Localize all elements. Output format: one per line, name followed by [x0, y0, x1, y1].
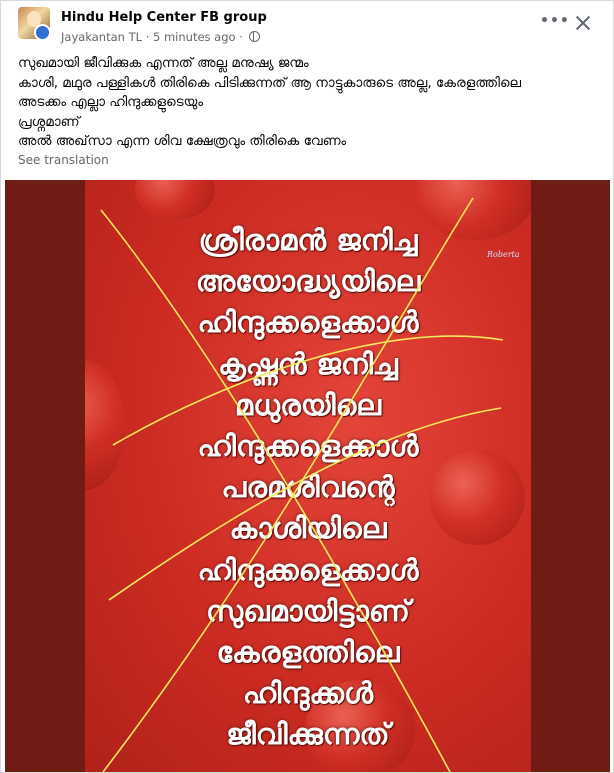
post-header: Hindu Help Center FB group Jayakantan TL…: [18, 7, 598, 45]
facebook-post: Hindu Help Center FB group Jayakantan TL…: [0, 0, 614, 773]
cross-line: [100, 209, 451, 772]
cross-line: [112, 335, 504, 446]
author-avatar[interactable]: [34, 24, 51, 41]
post-body-line: കാശി, മഥുര പള്ളികൾ തിരികെ പിടിക്കുന്നത് …: [18, 74, 522, 91]
post-body: സുഖമായി ജീവിക്കുക എന്നത് അല്ല മനുഷ്യ ജന്…: [18, 54, 608, 152]
meta-separator-2: ·: [239, 29, 243, 44]
post-body-line: പ്രശ്നമാണ്: [18, 113, 80, 130]
see-translation-link[interactable]: See translation: [18, 153, 109, 167]
group-name[interactable]: Hindu Help Center FB group: [61, 10, 267, 25]
post-body-line: അടക്കം എല്ലാ ഹിന്ദുക്കളുടെയും: [18, 94, 204, 110]
cross-line: [108, 407, 502, 601]
post-image[interactable]: Roberta ശ്രീരാമൻ ജനിച്ച അയോദ്ധ്യയിലെ ഹിന…: [5, 180, 610, 772]
cross-out-overlay: [100, 197, 504, 772]
overlay-strokes: [100, 197, 504, 772]
more-options-icon[interactable]: •••: [540, 14, 569, 31]
globe-icon: [248, 31, 260, 42]
close-icon[interactable]: [574, 14, 592, 32]
post-body-line: സുഖമായി ജീവിക്കുക എന്നത് അല്ല മനുഷ്യ ജന്…: [18, 55, 309, 71]
meta-separator: ·: [145, 29, 150, 44]
post-meta: Jayakantan TL · 5 minutes ago ·: [61, 29, 260, 44]
post-body-line: അൽ അഖ്‌സാ എന്ന ശിവ ക്ഷേത്രവും തിരികെ വേണ…: [18, 133, 347, 149]
post-time[interactable]: 5 minutes ago: [153, 30, 236, 44]
group-avatar[interactable]: [18, 7, 52, 43]
author-name[interactable]: Jayakantan TL: [61, 30, 142, 44]
